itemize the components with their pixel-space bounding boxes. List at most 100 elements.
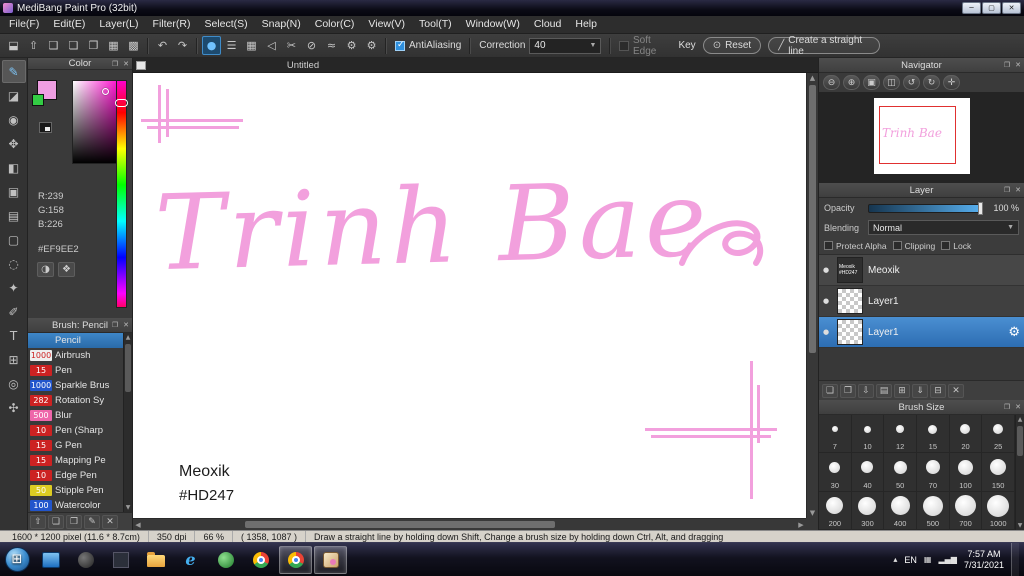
scrollbar-thumb[interactable] bbox=[809, 85, 816, 353]
hue-slider[interactable] bbox=[115, 80, 128, 308]
delete-layer-icon[interactable]: ✕ bbox=[948, 383, 964, 398]
color-wheel-icon[interactable]: ◑ bbox=[37, 262, 54, 277]
brush-size-50[interactable]: 50 bbox=[884, 453, 917, 492]
blending-dropdown[interactable]: Normal ▼ bbox=[868, 220, 1019, 235]
hue-marker[interactable] bbox=[115, 99, 128, 108]
ellipse-icon[interactable]: ⊘ bbox=[302, 36, 321, 55]
gradient-tool[interactable]: ▤ bbox=[2, 204, 26, 227]
menu-item-edit[interactable]: Edit(E) bbox=[46, 16, 92, 33]
parallel-lines-icon[interactable]: ☰ bbox=[222, 36, 241, 55]
menu-item-help[interactable]: Help bbox=[568, 16, 604, 33]
raise-brush-icon[interactable]: ⇧ bbox=[30, 514, 46, 529]
scroll-left-icon[interactable]: ◀ bbox=[133, 519, 143, 530]
menu-item-tool[interactable]: Tool(T) bbox=[412, 16, 459, 33]
taskbar-app-dark-2[interactable] bbox=[104, 546, 137, 574]
add-brush-icon[interactable]: ❏ bbox=[48, 514, 64, 529]
scissors-icon[interactable]: ✂ bbox=[282, 36, 301, 55]
publish-icon[interactable]: ⇧ bbox=[24, 36, 43, 55]
keyboard-icon[interactable]: ▦ bbox=[924, 555, 932, 564]
brush-size-scrollbar[interactable]: ▲ ▼ bbox=[1015, 415, 1024, 530]
save-icon[interactable]: ⬓ bbox=[4, 36, 23, 55]
scrollbar-thumb[interactable] bbox=[1017, 426, 1023, 456]
taskbar-app-folder[interactable] bbox=[139, 546, 172, 574]
pen-tool[interactable]: ✎ bbox=[1, 60, 26, 83]
tab-list-icon[interactable] bbox=[136, 61, 146, 70]
finger-tool[interactable]: ◉ bbox=[2, 108, 26, 131]
scroll-up-icon[interactable]: ▲ bbox=[1016, 415, 1024, 424]
maximize-button[interactable]: ▢ bbox=[982, 2, 1001, 14]
brush-size-10[interactable]: 10 bbox=[851, 415, 885, 454]
menu-item-color[interactable]: Color(C) bbox=[308, 16, 362, 33]
eraser-tool[interactable]: ◪ bbox=[2, 84, 26, 107]
layer-row-layer1[interactable]: ● Layer1 ⚙ bbox=[819, 317, 1024, 348]
taskbar-app-remote[interactable] bbox=[34, 546, 67, 574]
zoom-in-icon[interactable]: ⊕ bbox=[843, 75, 860, 90]
brush-size-12[interactable]: 12 bbox=[884, 415, 917, 454]
brush-item-airbrush[interactable]: 1000 Airbrush bbox=[28, 348, 123, 363]
taskbar-app-dark-1[interactable] bbox=[69, 546, 102, 574]
visibility-dot[interactable]: ● bbox=[823, 266, 832, 274]
popout-icon[interactable]: ❐ bbox=[1003, 186, 1011, 194]
brush-size-700[interactable]: 700 bbox=[949, 491, 983, 530]
reset-view-icon[interactable]: ✛ bbox=[943, 75, 960, 90]
brush-item-pen[interactable]: 15 Pen bbox=[28, 363, 123, 378]
brush-size-25[interactable]: 25 bbox=[982, 415, 1015, 454]
network-icon[interactable]: ▂▄▆ bbox=[938, 555, 956, 564]
soft-edge-checkbox[interactable] bbox=[619, 40, 629, 51]
bucket-tool[interactable]: ▣ bbox=[2, 180, 26, 203]
navigator-thumbnail[interactable]: Trinh Bae bbox=[874, 98, 970, 174]
redo-icon[interactable]: ↷ bbox=[173, 36, 192, 55]
text-tool[interactable]: T bbox=[2, 324, 26, 347]
taskbar-app-internet-explorer[interactable]: e bbox=[174, 546, 207, 574]
eyedropper-tool[interactable]: ◎ bbox=[2, 372, 26, 395]
correction-dropdown[interactable]: 40 ▼ bbox=[529, 37, 602, 54]
brush-item-rotation-sy[interactable]: 282 Rotation Sy bbox=[28, 393, 123, 408]
brush-size-7[interactable]: 7 bbox=[819, 415, 852, 454]
drawing-canvas[interactable]: Trinh Bae Meoxik #HD247 bbox=[133, 73, 806, 518]
sv-marker[interactable] bbox=[101, 87, 109, 95]
taskbar-clock[interactable]: 7:57 AM 7/31/2021 bbox=[964, 549, 1004, 571]
duplicate-layer-icon[interactable]: ❐ bbox=[840, 383, 856, 398]
menu-item-view[interactable]: View(V) bbox=[361, 16, 412, 33]
scroll-down-icon[interactable]: ▼ bbox=[807, 508, 818, 518]
comment-icon[interactable]: ❑ bbox=[44, 36, 63, 55]
visibility-dot[interactable]: ● bbox=[823, 328, 832, 336]
brush-size-300[interactable]: 300 bbox=[851, 491, 885, 530]
grid-icon[interactable]: ▦ bbox=[104, 36, 123, 55]
lock-checkbox[interactable] bbox=[941, 241, 951, 250]
new-folder-icon[interactable]: ▤ bbox=[876, 383, 892, 398]
scrollbar-thumb[interactable] bbox=[245, 521, 555, 528]
merge-down-icon[interactable]: ⇓ bbox=[912, 383, 928, 398]
popout-icon[interactable]: ❐ bbox=[1003, 61, 1011, 69]
settings-gear-icon[interactable]: ⚙ bbox=[362, 36, 381, 55]
saturation-value-picker[interactable] bbox=[72, 80, 122, 164]
protect-alpha-checkbox[interactable] bbox=[824, 241, 833, 250]
select-tool[interactable]: ▢ bbox=[2, 228, 26, 251]
wand-tool[interactable]: ✦ bbox=[2, 276, 26, 299]
fill-tool[interactable]: ◧ bbox=[2, 156, 26, 179]
curve-icon[interactable]: ≈ bbox=[322, 36, 341, 55]
brush-size-40[interactable]: 40 bbox=[851, 453, 885, 492]
brush-item-edge-pen[interactable]: 10 Edge Pen bbox=[28, 468, 123, 483]
hand-tool[interactable]: ✣ bbox=[2, 396, 26, 419]
hidden-icons-chevron[interactable]: ▴ bbox=[893, 555, 897, 564]
language-indicator[interactable]: EN bbox=[904, 555, 917, 565]
navigator-view[interactable]: Trinh Bae bbox=[819, 92, 1024, 183]
brush-size-100[interactable]: 100 bbox=[949, 453, 983, 492]
close-icon[interactable]: ✕ bbox=[122, 60, 130, 68]
menu-item-window[interactable]: Window(W) bbox=[459, 16, 527, 33]
menu-item-file[interactable]: File(F) bbox=[2, 16, 46, 33]
undo-icon[interactable]: ↶ bbox=[153, 36, 172, 55]
zoom-out-icon[interactable]: ⊖ bbox=[823, 75, 840, 90]
popout-icon[interactable]: ❐ bbox=[111, 60, 119, 68]
start-button[interactable]: ⊞ bbox=[2, 545, 32, 575]
material-panel-icon[interactable]: ▩ bbox=[124, 36, 143, 55]
menu-item-select[interactable]: Select(S) bbox=[197, 16, 254, 33]
horizontal-scrollbar[interactable]: ◀ ▶ bbox=[133, 518, 806, 530]
palette-icon[interactable]: ❖ bbox=[58, 262, 75, 277]
reset-button[interactable]: ⊙ Reset bbox=[702, 37, 762, 54]
menu-item-cloud[interactable]: Cloud bbox=[527, 16, 568, 33]
brush-item-blur[interactable]: 500 Blur bbox=[28, 408, 123, 423]
brush-item-watercolor[interactable]: 100 Watercolor bbox=[28, 498, 123, 512]
minimize-button[interactable]: ─ bbox=[962, 2, 981, 14]
